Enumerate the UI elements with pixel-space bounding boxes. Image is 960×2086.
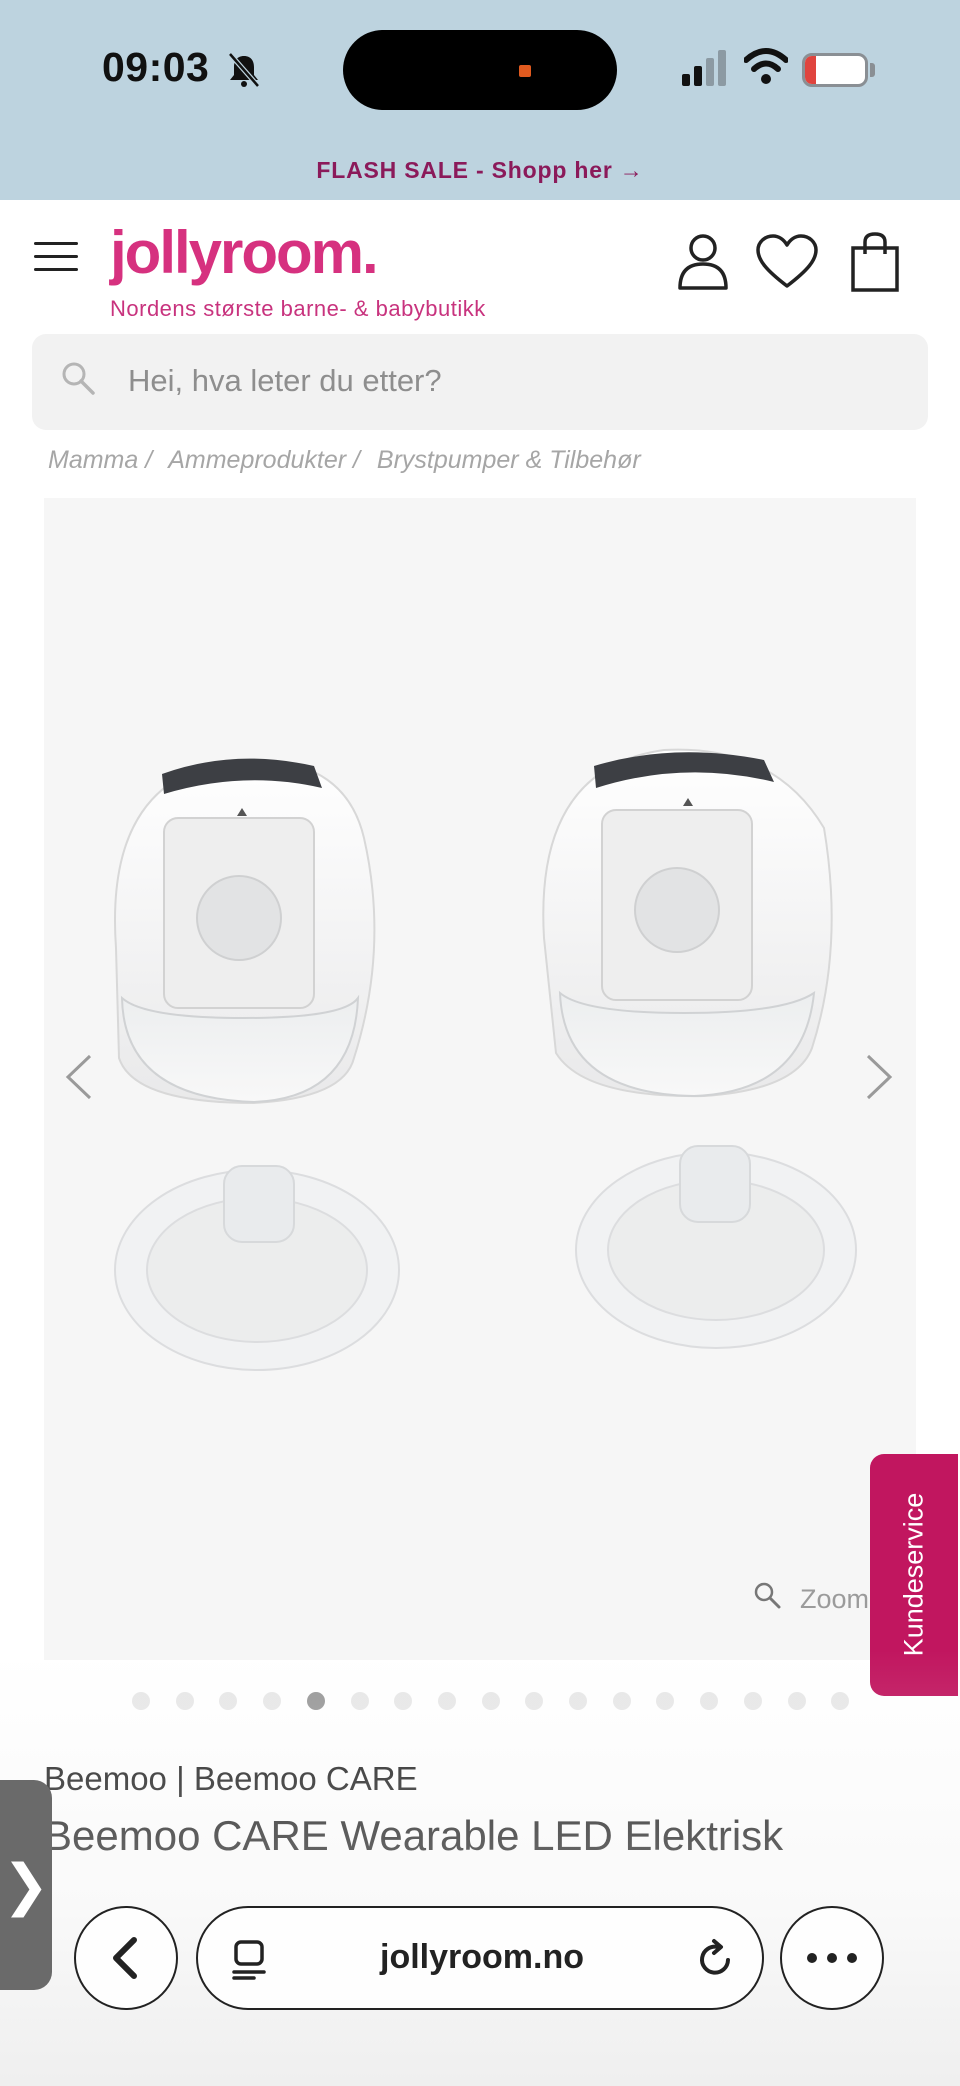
gallery-dot[interactable]: [306, 1692, 325, 1710]
gallery-dot[interactable]: [263, 1692, 282, 1710]
gallery-dot[interactable]: [481, 1692, 500, 1710]
breadcrumb: Mamma / Ammeprodukter / Brystpumper & Ti…: [48, 446, 651, 475]
url-text: jollyroom.no: [380, 1938, 584, 1976]
gallery-dot[interactable]: [219, 1692, 238, 1710]
zoom-icon[interactable]: [752, 1580, 782, 1610]
browser-back-button[interactable]: [74, 1906, 178, 2010]
browser-address-bar[interactable]: jollyroom.no: [196, 1906, 764, 2010]
flash-sale-banner[interactable]: FLASH SALE - Shopp her →: [0, 140, 960, 200]
more-dots-icon: [807, 1953, 857, 1963]
gallery-dot[interactable]: [787, 1692, 806, 1710]
breadcrumb-item-mamma[interactable]: Mamma /: [48, 446, 152, 474]
product-title: Beemoo CARE Wearable LED Elektrisk: [44, 1812, 784, 1859]
wifi-icon: [744, 48, 788, 84]
breadcrumb-item-ammeprodukter[interactable]: Ammeprodukter /: [168, 446, 360, 474]
gallery-dot[interactable]: [525, 1692, 544, 1710]
header-tagline: Nordens største barne- & babybutikk: [110, 296, 486, 321]
gallery-dot[interactable]: [350, 1692, 369, 1710]
gallery-next-icon[interactable]: [858, 1052, 898, 1102]
battery-indicator: 18: [802, 53, 868, 87]
gallery-dot[interactable]: [612, 1692, 631, 1710]
gallery-dot[interactable]: [175, 1692, 194, 1710]
dynamic-island: [343, 30, 617, 110]
gallery-dot[interactable]: [394, 1692, 413, 1710]
gallery-prev-icon[interactable]: [60, 1052, 100, 1102]
chevron-left-icon: [113, 1937, 137, 1979]
heart-icon[interactable]: [756, 234, 818, 288]
side-drawer-handle[interactable]: ❯: [0, 1780, 52, 1990]
browser-more-button[interactable]: [780, 1906, 884, 2010]
gallery-pagination: [0, 1692, 960, 1712]
gallery-dot[interactable]: [700, 1692, 719, 1710]
customer-service-button[interactable]: Kundeservice: [870, 1454, 958, 1696]
search-input[interactable]: [126, 356, 886, 406]
battery-cap: [870, 63, 875, 77]
gallery-dot[interactable]: [743, 1692, 762, 1710]
breast-pump-illustration: [114, 748, 857, 1371]
product-brand[interactable]: Beemoo | Beemoo CARE: [44, 1760, 418, 1798]
jollyroom-logo[interactable]: jollyroom.: [110, 218, 379, 287]
customer-service-label: Kundeservice: [898, 1492, 929, 1657]
battery-percent: 18: [821, 56, 849, 83]
gallery-dot[interactable]: [831, 1692, 850, 1710]
reload-icon[interactable]: [694, 1938, 736, 1980]
breadcrumb-item-brystpumper[interactable]: Brystpumper & Tilbehør: [377, 446, 641, 474]
account-icon[interactable]: [676, 232, 730, 290]
shopping-bag-icon[interactable]: [850, 232, 900, 292]
search-icon: [62, 362, 95, 395]
zoom-label[interactable]: Zoom: [800, 1584, 869, 1615]
cellular-signal-icon: [682, 50, 726, 86]
gallery-dot[interactable]: [132, 1692, 150, 1710]
browser-toolbar-backdrop: [0, 1650, 960, 2086]
gallery-dot[interactable]: [656, 1692, 675, 1710]
menu-icon[interactable]: [34, 242, 78, 272]
gallery-dot[interactable]: [569, 1692, 587, 1710]
bell-muted-icon: [228, 52, 260, 88]
recording-indicator: [519, 65, 531, 77]
status-time: 09:03: [102, 44, 210, 90]
gallery-dot[interactable]: [437, 1692, 456, 1710]
product-image[interactable]: [44, 498, 916, 1660]
